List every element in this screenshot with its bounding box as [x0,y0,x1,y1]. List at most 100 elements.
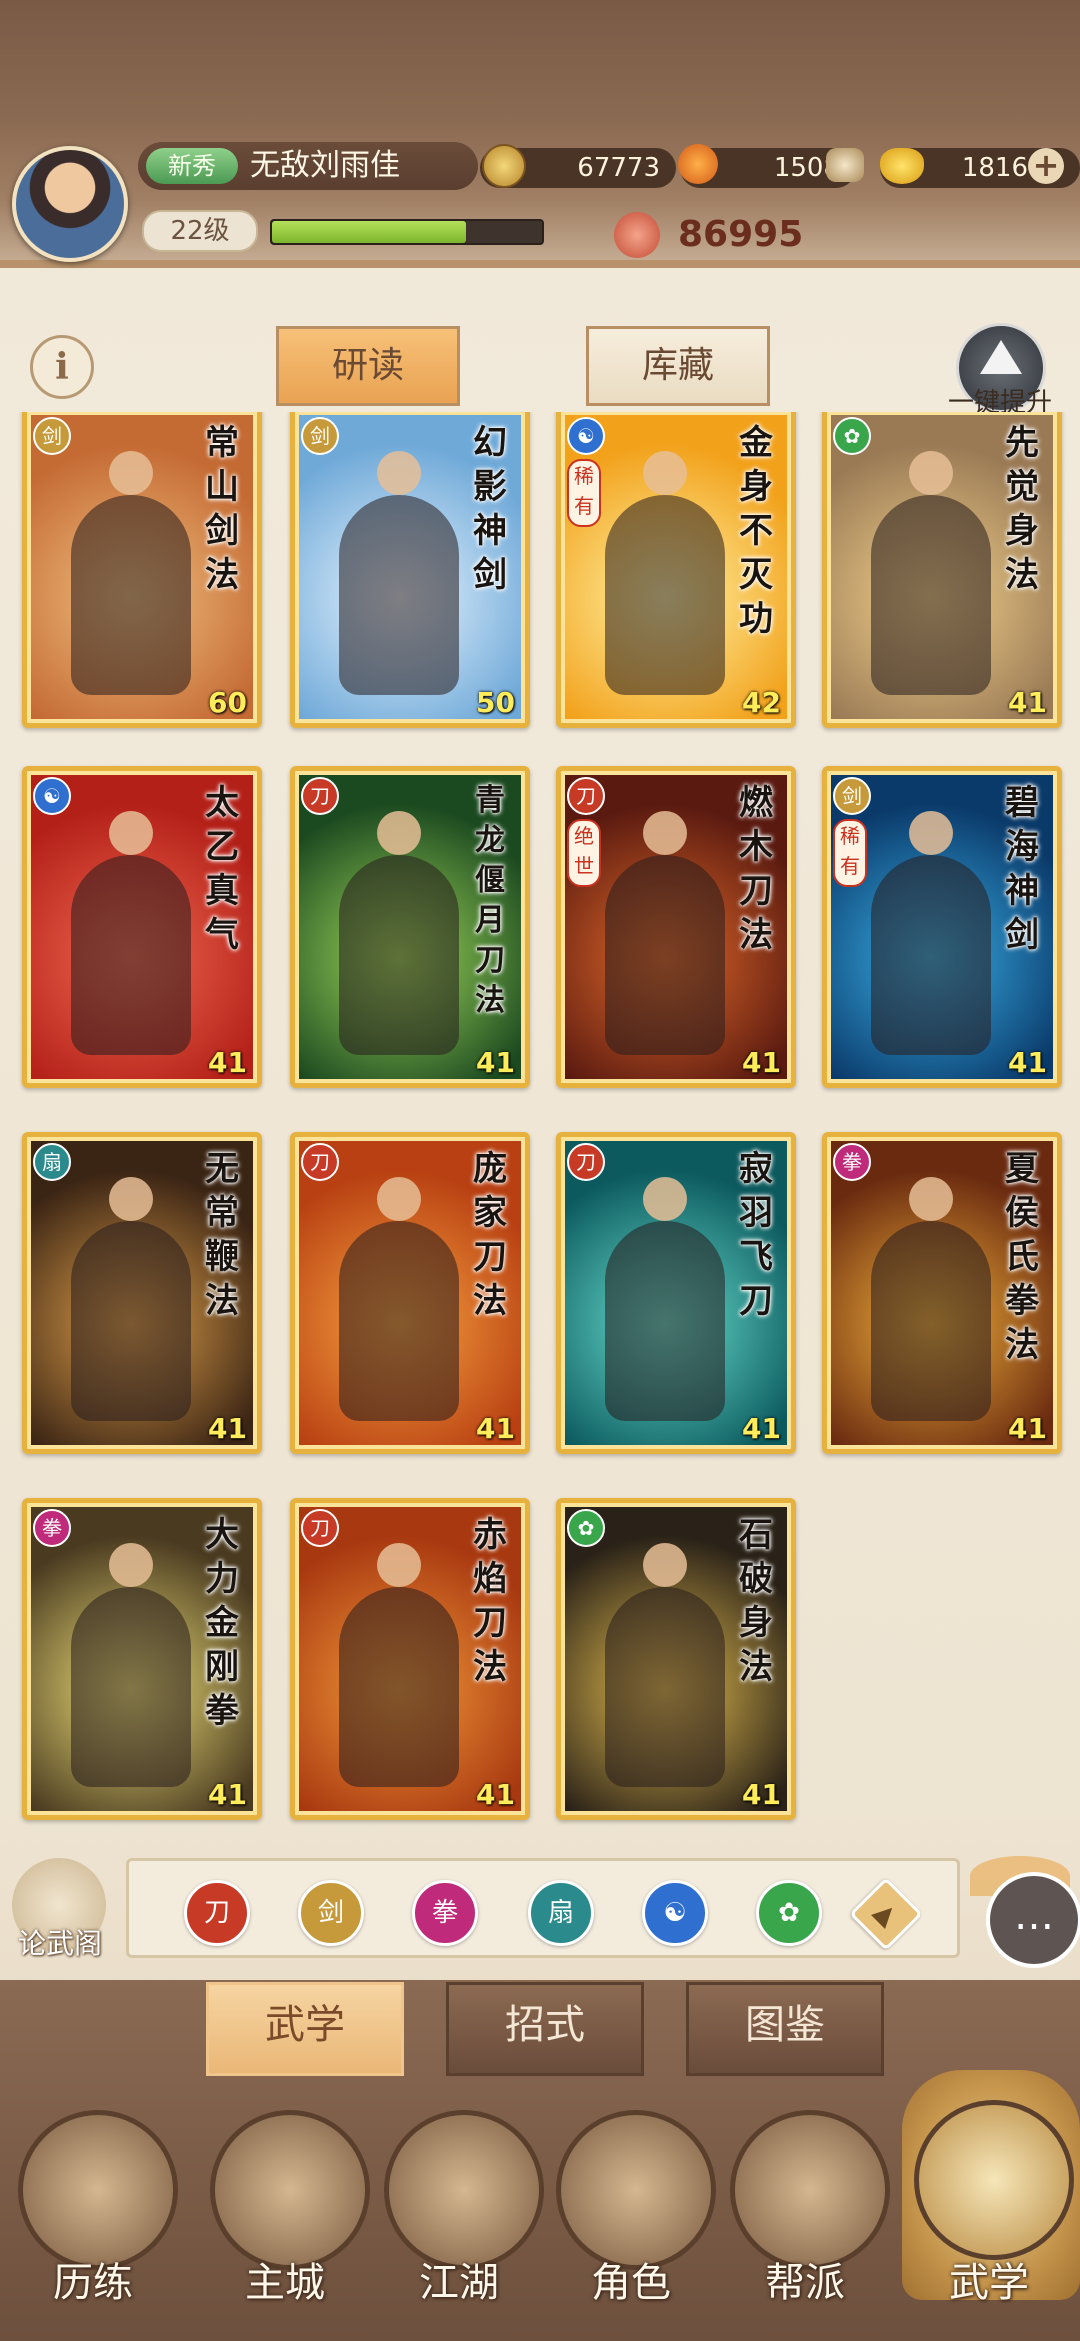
sword-school-icon: 剑 [301,417,339,455]
skill-level: 41 [1008,1412,1047,1445]
subtab-martial-arts[interactable]: 武学 [206,1982,404,2076]
skill-title: 夏侯氏拳法 [1005,1149,1039,1365]
combat-power: 86995 [678,214,804,255]
fist-school-icon: 拳 [33,1509,71,1547]
lunwu-pavilion-label[interactable]: 论武阁 [2,1922,118,1962]
gold-value: 1816 [961,153,1028,183]
nav-training-label[interactable]: 历练 [18,2250,168,2308]
skill-level: 41 [1008,686,1047,719]
skill-card-character [605,451,725,695]
skill-card-character [339,1543,459,1787]
skill-card[interactable]: 拳 大力金刚拳 41 [22,1498,262,1820]
skill-title: 庞家刀法 [473,1149,507,1321]
nav-training-icon[interactable] [18,2110,178,2270]
nav-jianghu-label[interactable]: 江湖 [384,2250,534,2308]
skill-level: 41 [742,1778,781,1811]
nav-main-city-icon[interactable] [210,2110,370,2270]
skill-card[interactable]: ☯ 稀有 金身不灭功 42 [556,412,796,728]
skill-card-character [605,1177,725,1421]
blade-filter-icon[interactable]: 刀 [184,1880,250,1946]
add-gold-button[interactable]: + [1028,148,1064,184]
skill-level: 41 [208,1778,247,1811]
chat-icon[interactable]: … [986,1872,1080,1968]
yin-yang-icon: ☯ [33,777,71,815]
skill-level: 60 [208,686,247,719]
skill-card[interactable]: 刀 青龙偃月刀法 41 [290,766,530,1088]
nav-martial-arts-label[interactable]: 武学 [914,2250,1064,2308]
power-icon [614,212,660,258]
blade-school-icon: 刀 [301,1509,339,1547]
nav-jianghu-icon[interactable] [384,2110,544,2270]
skill-card[interactable]: 刀 赤焰刀法 41 [290,1498,530,1820]
stamina-exchange-icon[interactable] [826,148,864,182]
skill-level: 41 [476,1412,515,1445]
skill-card[interactable]: 拳 夏侯氏拳法 41 [822,1132,1062,1454]
fist-filter-icon[interactable]: 拳 [412,1880,478,1946]
nav-guild-icon[interactable] [730,2110,890,2270]
yin-yang-filter-icon[interactable]: ☯ [642,1880,708,1946]
skill-level: 41 [742,1412,781,1445]
skill-card[interactable]: 刀 寂羽飞刀 41 [556,1132,796,1454]
nav-character-label[interactable]: 角色 [556,2250,706,2308]
skill-card-character [871,1177,991,1421]
tab-research[interactable]: 研读 [276,326,460,406]
sword-filter-icon[interactable]: 剑 [298,1880,364,1946]
rarity-badge: 绝世 [567,819,601,887]
fan-school-icon: 扇 [33,1143,71,1181]
skill-card[interactable]: 剑 幻影神剑 50 [290,412,530,728]
skill-title: 太乙真气 [205,783,239,955]
skill-card[interactable]: ✿ 石破身法 41 [556,1498,796,1820]
skill-card[interactable]: 刀绝世 燃木刀法 41 [556,766,796,1088]
info-button[interactable]: i [30,335,94,399]
subtab-codex[interactable]: 图鉴 [686,1982,884,2076]
gold-ingot-icon [880,148,924,184]
nav-character-icon[interactable] [556,2110,716,2270]
skill-card-character [71,1177,191,1421]
blade-school-icon: 刀 [567,777,605,815]
skill-title: 无常鞭法 [205,1149,239,1321]
leaf-filter-icon[interactable]: ✿ [756,1880,822,1946]
skill-title: 大力金刚拳 [205,1515,239,1731]
skill-card-character [71,811,191,1055]
skill-title: 幻影神剑 [473,423,507,595]
fist-school-icon: 拳 [833,1143,871,1181]
nav-main-city-label[interactable]: 主城 [210,2250,360,2308]
skill-card[interactable]: ☯ 太乙真气 41 [22,766,262,1088]
skill-level: 41 [1008,1046,1047,1079]
rank-badge: 新秀 [146,148,238,184]
skill-title: 青龙偃月刀法 [475,783,505,1018]
leaf-school-icon: ✿ [567,1509,605,1547]
yin-yang-icon: ☯ [567,417,605,455]
nav-guild-label[interactable]: 帮派 [730,2250,880,2308]
blade-school-icon: 刀 [567,1143,605,1181]
skill-card[interactable]: 扇 无常鞭法 41 [22,1132,262,1454]
skill-level: 42 [742,686,781,719]
leaf-school-icon: ✿ [833,417,871,455]
player-avatar[interactable] [12,146,128,262]
skill-card-character [871,451,991,695]
nav-martial-arts-icon[interactable] [914,2100,1074,2260]
skill-title: 赤焰刀法 [473,1515,507,1687]
skill-card[interactable]: 刀 庞家刀法 41 [290,1132,530,1454]
skill-title: 寂羽飞刀 [739,1149,773,1321]
sword-school-icon: 剑 [833,777,871,815]
skill-card-character [339,811,459,1055]
subtab-moves[interactable]: 招式 [446,1982,644,2076]
fan-filter-icon[interactable]: 扇 [528,1880,594,1946]
skill-card-character [71,451,191,695]
skill-card-character [339,451,459,695]
xp-bar-fill [272,221,467,243]
player-level: 22级 [142,210,258,252]
skill-level: 41 [476,1778,515,1811]
skill-card[interactable]: ✿ 先觉身法 41 [822,412,1062,728]
rarity-badge: 稀有 [833,819,867,887]
skill-level: 41 [208,1046,247,1079]
skill-card[interactable]: 剑稀有 碧海神剑 41 [822,766,1062,1088]
tab-storage[interactable]: 库藏 [586,326,770,406]
skill-title: 先觉身法 [1005,423,1039,595]
blade-school-icon: 刀 [301,777,339,815]
copper-coin-icon [482,144,526,188]
skill-card-character [871,811,991,1055]
skill-card[interactable]: 剑 常山剑法 60 [22,412,262,728]
skill-card-character [605,1543,725,1787]
